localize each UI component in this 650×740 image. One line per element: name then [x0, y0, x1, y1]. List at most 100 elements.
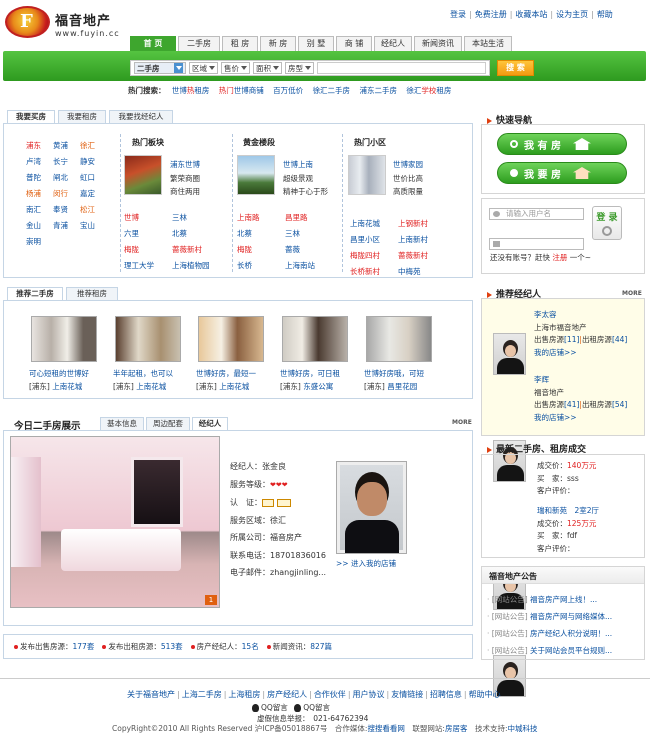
estate-link[interactable]: 上南花城: [350, 218, 398, 229]
agent-shop-link[interactable]: 我的店铺>>: [534, 348, 577, 357]
estate-link[interactable]: 长桥新村: [350, 266, 398, 277]
region-select[interactable]: 区域: [189, 62, 218, 74]
agent-name-link[interactable]: 李太容: [534, 310, 557, 319]
tab-villa[interactable]: 别 墅: [298, 36, 334, 51]
tab-basic-info[interactable]: 基本信息: [100, 417, 144, 431]
login-link[interactable]: 登录: [450, 10, 466, 19]
listing-title[interactable]: 世博好房哦，可短: [364, 368, 434, 379]
listing-photo[interactable]: [31, 316, 97, 362]
district-link[interactable]: 长宁: [53, 156, 80, 166]
estate-link[interactable]: 北蔡: [172, 228, 220, 239]
tab-second-hand[interactable]: 二手房: [178, 36, 220, 51]
district-link[interactable]: 黄浦: [53, 140, 80, 150]
username-input[interactable]: 请输入用户名: [489, 208, 584, 220]
hot-block-link[interactable]: 浦东世博: [170, 159, 200, 170]
estate-link[interactable]: 梅陇: [237, 244, 285, 255]
register-link[interactable]: 免费注册: [475, 10, 507, 19]
agent-name-link[interactable]: 李辉: [534, 375, 549, 384]
notice-item[interactable]: · [网站公告] 关于网站会员平台规则...: [487, 642, 612, 659]
district-link[interactable]: 松江: [80, 204, 107, 214]
hot-estate-link[interactable]: 世博家园: [393, 159, 423, 170]
footer-link[interactable]: 上海二手房: [182, 690, 222, 699]
estate-link[interactable]: 蔷薇新村: [398, 250, 446, 261]
agent-photo[interactable]: [336, 461, 407, 554]
tech-link[interactable]: 中城科技: [508, 724, 538, 733]
agent-shop-link[interactable]: >> 进入我的店铺: [336, 558, 396, 569]
footer-link[interactable]: 招聘信息: [430, 690, 462, 699]
tab-home[interactable]: 首 页: [130, 36, 176, 51]
area-select[interactable]: 面积: [253, 62, 282, 74]
listing-title[interactable]: 半年起租，也可以: [113, 368, 183, 379]
listing-photo[interactable]: [366, 316, 432, 362]
estate-link[interactable]: 上南新村: [398, 234, 446, 245]
district-link[interactable]: 静安: [80, 156, 107, 166]
agent-avatar[interactable]: [493, 333, 526, 375]
price-select[interactable]: 售价: [221, 62, 250, 74]
district-link[interactable]: 闵行: [53, 188, 80, 198]
qq-message-link[interactable]: QQ留言: [294, 703, 330, 712]
tab-life[interactable]: 本站生活: [464, 36, 512, 51]
footer-link[interactable]: 关于福音地产: [127, 690, 175, 699]
footer-link[interactable]: 合作伙伴: [314, 690, 346, 699]
estate-link[interactable]: 昌里路: [285, 212, 333, 223]
notice-item[interactable]: · [网站公告] 房产经纪人积分说明！...: [487, 625, 612, 642]
estate-link[interactable]: 上海南站: [285, 260, 333, 271]
tab-find-agent[interactable]: 我要找经纪人: [109, 110, 173, 124]
estate-link[interactable]: 六里: [124, 228, 172, 239]
estate-link[interactable]: 世博: [124, 212, 172, 223]
district-link[interactable]: 青浦: [53, 220, 80, 230]
agent-shop-link[interactable]: 我的店铺>>: [534, 413, 577, 422]
type-select[interactable]: 二手房: [134, 62, 186, 74]
help-link[interactable]: 帮助: [597, 10, 613, 19]
footer-link[interactable]: 房产经纪人: [267, 690, 307, 699]
tab-rent[interactable]: 租 房: [222, 36, 258, 51]
bookmark-link[interactable]: 收藏本站: [515, 10, 547, 19]
notice-item[interactable]: · [网站公告] 福音房产网与网络媒体...: [487, 608, 612, 625]
district-link[interactable]: 奉贤: [53, 204, 80, 214]
register-now-link[interactable]: 注册: [552, 253, 567, 262]
estate-link[interactable]: 上钢新村: [398, 218, 446, 229]
estate-link[interactable]: 北蔡: [237, 228, 285, 239]
partner-link[interactable]: 房居客: [445, 724, 468, 733]
golden-block-link[interactable]: 世博上南: [283, 159, 313, 170]
estate-link[interactable]: 三林: [172, 212, 220, 223]
district-link[interactable]: 宝山: [80, 220, 107, 230]
hot-search-item[interactable]: 世博热租房: [172, 86, 210, 95]
tab-rec-second-hand[interactable]: 推荐二手房: [7, 287, 63, 301]
tab-shop[interactable]: 商 铺: [336, 36, 372, 51]
district-link[interactable]: 普陀: [26, 172, 53, 182]
site-logo[interactable]: F: [5, 6, 50, 38]
tab-new-house[interactable]: 新 房: [260, 36, 296, 51]
listing-title[interactable]: 世博好房，可日租: [280, 368, 350, 379]
tab-agent-info[interactable]: 经纪人: [192, 417, 228, 431]
district-link[interactable]: 杨浦: [26, 188, 53, 198]
listing-title[interactable]: 可心短租的世博好: [29, 368, 99, 379]
hot-search-item[interactable]: 百万低价: [273, 86, 303, 95]
district-link[interactable]: 浦东: [26, 140, 53, 150]
hot-search-item[interactable]: 热门世博商铺: [219, 86, 264, 95]
district-link[interactable]: 虹口: [80, 172, 107, 182]
tab-agent[interactable]: 经纪人: [374, 36, 412, 51]
layout-select[interactable]: 房型: [285, 62, 314, 74]
login-button[interactable]: 登 录: [592, 206, 622, 240]
estate-link[interactable]: 蔷薇新村: [172, 244, 220, 255]
estate-link[interactable]: 三林: [285, 228, 333, 239]
media-link[interactable]: 搜搜看看网: [367, 724, 405, 733]
footer-link[interactable]: 友情链接: [391, 690, 423, 699]
i-have-house-button[interactable]: 我 有 房: [497, 133, 627, 155]
footer-link[interactable]: 帮助中心: [469, 690, 501, 699]
hot-search-item[interactable]: 徐汇学校租房: [406, 86, 451, 95]
today-more-link[interactable]: MORE: [452, 419, 472, 426]
estate-link[interactable]: 上南路: [237, 212, 285, 223]
tab-rent-house[interactable]: 我要租房: [58, 110, 106, 124]
district-link[interactable]: 嘉定: [80, 188, 107, 198]
estate-link[interactable]: 梅陇: [124, 244, 172, 255]
hot-search-item[interactable]: 徐汇二手房: [313, 86, 351, 95]
tab-news[interactable]: 新闻资讯: [414, 36, 462, 51]
search-button[interactable]: 搜 索: [497, 60, 534, 76]
district-link[interactable]: 金山: [26, 220, 53, 230]
footer-link[interactable]: 上海租房: [228, 690, 260, 699]
password-input[interactable]: [489, 238, 584, 250]
district-link[interactable]: 闸北: [53, 172, 80, 182]
hot-block-image[interactable]: [124, 155, 162, 195]
